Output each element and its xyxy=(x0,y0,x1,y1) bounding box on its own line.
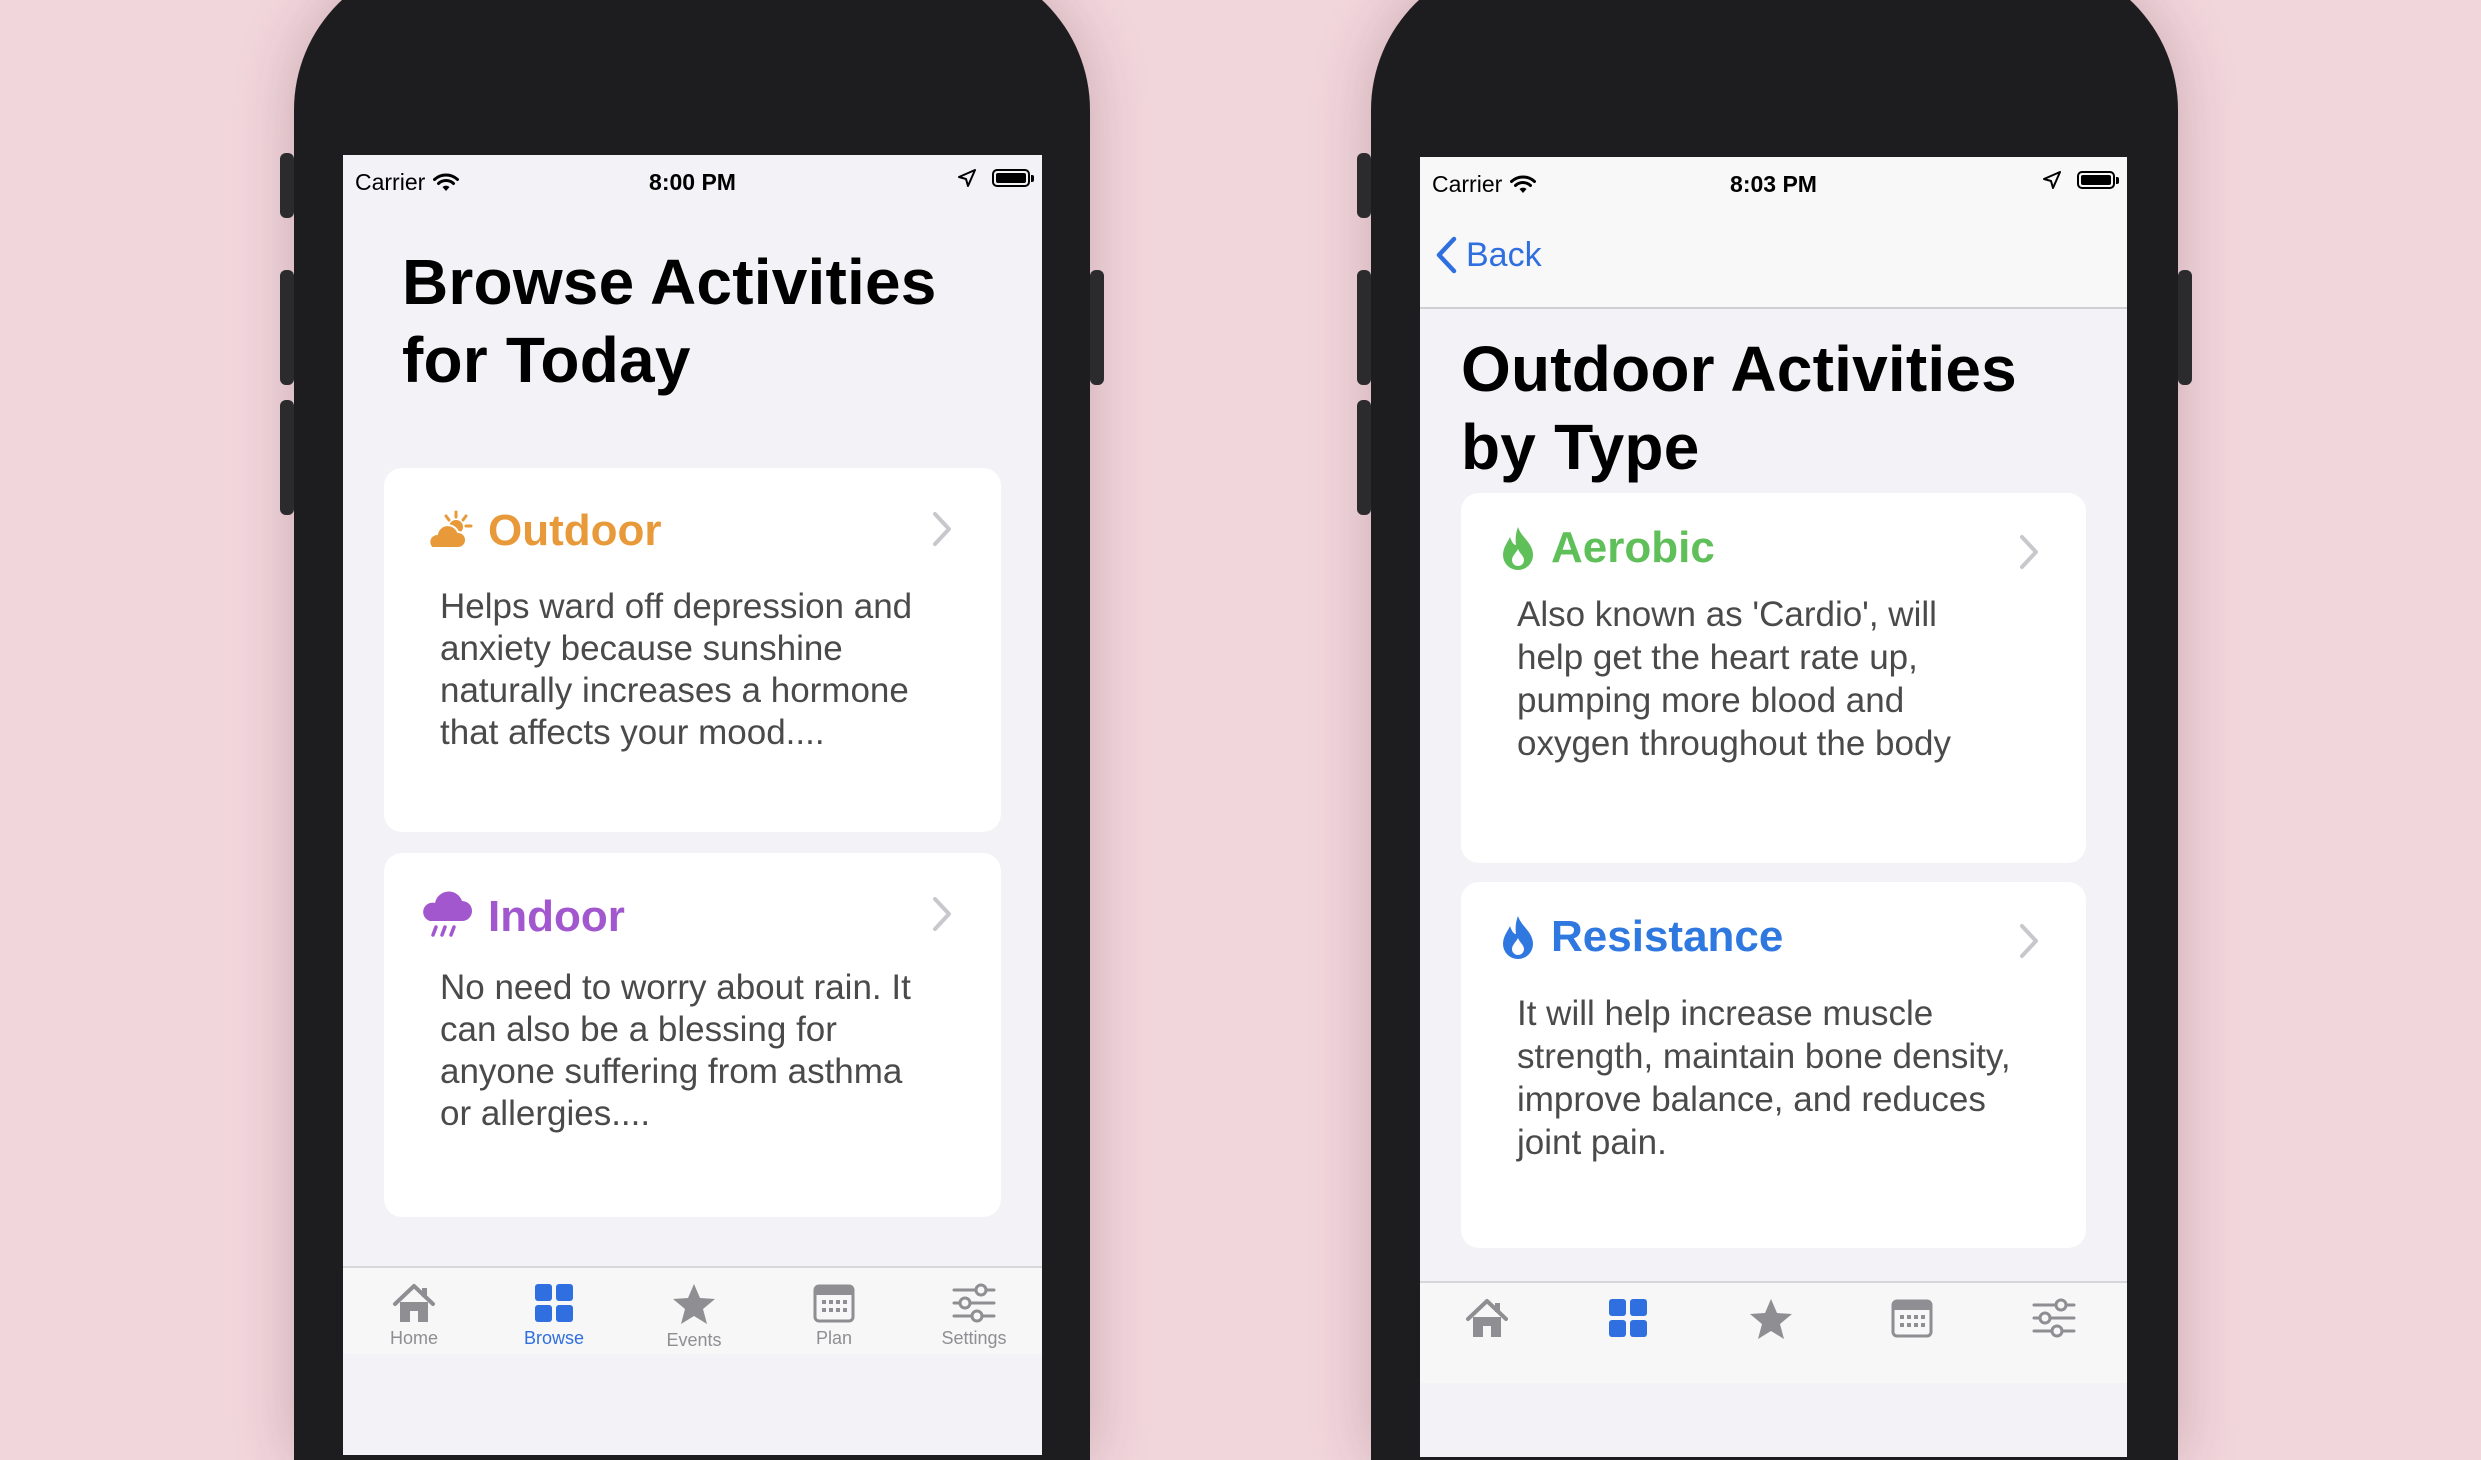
status-bar: Carrier 8:03 PM xyxy=(1420,157,2127,211)
tab-events[interactable] xyxy=(1711,1297,1831,1345)
tab-bar: Home Browse Events Plan Settings xyxy=(343,1266,1042,1354)
tab-bar xyxy=(1420,1281,2127,1383)
tab-browse[interactable]: Browse xyxy=(494,1282,614,1349)
tab-home[interactable] xyxy=(1427,1297,1547,1343)
house-icon xyxy=(1466,1299,1508,1337)
grid-icon xyxy=(535,1284,573,1322)
location-arrow-icon xyxy=(2043,171,2061,189)
page-title: Browse Activities for Today xyxy=(402,246,937,396)
card-description: Also known as 'Cardio', will help get th… xyxy=(1517,595,1951,763)
chevron-right-icon xyxy=(933,897,951,931)
calendar-icon xyxy=(813,1284,855,1323)
status-time: 8:03 PM xyxy=(1730,171,1817,197)
card-description: It will help increase muscle strength, m… xyxy=(1517,994,2011,1162)
activity-card-outdoor[interactable]: Outdoor Helps ward off depression and an… xyxy=(384,468,1001,832)
back-label: Back xyxy=(1466,235,1542,274)
status-bar: Carrier 8:00 PM xyxy=(343,155,1042,209)
chevron-left-icon xyxy=(1436,236,1457,274)
activity-card-aerobic[interactable]: Aerobic Also known as 'Cardio', will hel… xyxy=(1461,493,2086,863)
back-button[interactable]: Back xyxy=(1434,235,1542,275)
chevron-right-icon xyxy=(2020,924,2038,958)
sun-cloud-icon xyxy=(428,510,473,549)
activity-card-indoor[interactable]: Indoor No need to worry about rain. It c… xyxy=(384,853,1001,1217)
navigation-bar: Back xyxy=(1420,211,2127,309)
card-title: Aerobic xyxy=(1551,523,1715,572)
battery-icon xyxy=(992,169,1034,187)
activity-card-resistance[interactable]: Resistance It will help increase muscle … xyxy=(1461,882,2086,1248)
house-icon xyxy=(393,1284,435,1322)
star-icon xyxy=(673,1284,715,1324)
location-arrow-icon xyxy=(958,169,976,187)
flame-icon xyxy=(1503,916,1533,959)
chevron-right-icon xyxy=(933,512,951,546)
tab-home[interactable]: Home xyxy=(354,1282,474,1349)
tab-plan[interactable] xyxy=(1852,1297,1972,1343)
star-icon xyxy=(1750,1299,1792,1339)
flame-icon xyxy=(1503,527,1533,570)
sliders-icon xyxy=(952,1283,996,1323)
tab-events[interactable]: Events xyxy=(634,1282,754,1351)
left-screen: Carrier 8:00 PM Browse Activities for To… xyxy=(343,155,1042,1455)
rain-cloud-icon xyxy=(423,891,472,937)
right-screen: Carrier 8:03 PM Back Outdoor Activities … xyxy=(1420,157,2127,1457)
tab-plan[interactable]: Plan xyxy=(774,1282,894,1349)
card-title: Indoor xyxy=(488,892,625,941)
left-phone: Carrier 8:00 PM Browse Activities for To… xyxy=(280,0,1104,1460)
card-title: Outdoor xyxy=(488,506,662,555)
status-time: 8:00 PM xyxy=(649,169,736,195)
tab-browse[interactable] xyxy=(1568,1297,1688,1343)
chevron-right-icon xyxy=(2020,535,2038,569)
tab-settings[interactable]: Settings xyxy=(914,1282,1034,1349)
sliders-icon xyxy=(2032,1298,2076,1338)
right-phone: Carrier 8:03 PM Back Outdoor Activities … xyxy=(1357,0,2192,1460)
card-description: No need to worry about rain. It can also… xyxy=(440,968,911,1133)
tab-settings[interactable] xyxy=(1994,1297,2114,1343)
card-title: Resistance xyxy=(1551,912,1784,961)
calendar-icon xyxy=(1891,1299,1933,1338)
page-title: Outdoor Activities by Type xyxy=(1461,333,2017,483)
grid-icon xyxy=(1609,1299,1647,1337)
card-description: Helps ward off depression and anxiety be… xyxy=(440,587,913,752)
battery-icon xyxy=(2077,171,2119,189)
